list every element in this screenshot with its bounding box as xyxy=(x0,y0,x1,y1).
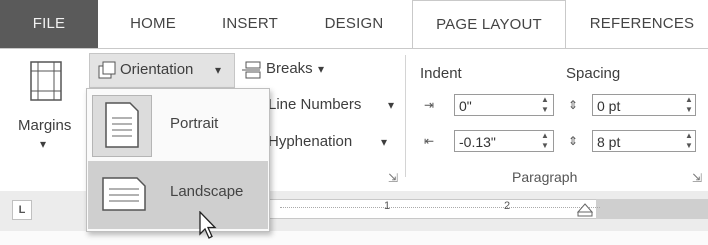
line-numbers-label: Line Numbers xyxy=(268,96,362,113)
indent-left-input[interactable]: 0" xyxy=(454,94,554,116)
line-numbers-button[interactable]: Line Numbers ▾ xyxy=(268,93,408,117)
paragraph-launcher-icon[interactable]: ⇲ xyxy=(692,171,702,185)
orientation-label: Orientation xyxy=(120,61,194,78)
portrait-label: Portrait xyxy=(170,115,219,132)
page-setup-launcher-icon[interactable]: ⇲ xyxy=(388,171,398,185)
tab-references[interactable]: REFERENCES xyxy=(578,0,706,48)
breaks-icon xyxy=(242,61,261,79)
margins-icon xyxy=(30,61,62,101)
landscape-label: Landscape xyxy=(170,183,244,200)
menu-item-landscape[interactable]: Landscape xyxy=(88,161,268,229)
spacing-after-icon: ⇕ xyxy=(568,134,579,148)
spacing-before-spinner[interactable]: ▲ ▼ xyxy=(684,95,694,117)
orientation-icon xyxy=(98,61,116,79)
landscape-page-icon xyxy=(102,177,146,211)
ruler-tick-label: 1 xyxy=(384,200,391,212)
orientation-button[interactable]: Orientation ▾ xyxy=(89,53,235,88)
indent-right-icon: ⇤ xyxy=(424,134,435,148)
tab-selector[interactable]: L xyxy=(12,200,32,220)
margins-label: Margins xyxy=(18,117,72,134)
portrait-icon-frame xyxy=(92,95,152,157)
indent-marker-icon[interactable] xyxy=(576,203,594,217)
tab-file[interactable]: FILE xyxy=(0,0,98,48)
tab-home[interactable]: HOME xyxy=(108,0,198,48)
spacing-before-input[interactable]: 0 pt xyxy=(592,94,696,116)
portrait-page-icon xyxy=(105,102,139,148)
document-area xyxy=(0,231,708,245)
ruler-tick-label: 2 xyxy=(504,200,511,212)
ribbon-tab-bar: FILE HOME INSERT DESIGN PAGE LAYOUT REFE… xyxy=(0,0,708,49)
breaks-button[interactable]: Breaks ▾ xyxy=(240,57,324,81)
indent-right-spinner[interactable]: ▲ ▼ xyxy=(540,131,550,153)
ruler-margin xyxy=(596,199,708,219)
paragraph-group-label: Paragraph xyxy=(512,169,578,185)
tab-page-layout[interactable]: PAGE LAYOUT xyxy=(412,0,566,49)
ruler-ticks xyxy=(280,207,600,212)
indent-left-spinner[interactable]: ▲ ▼ xyxy=(540,95,550,117)
hyphenation-button[interactable]: Hyphenation ▾ xyxy=(268,130,398,154)
chevron-down-icon: ▾ xyxy=(318,62,325,76)
indent-right-input[interactable]: -0.13" xyxy=(454,130,554,152)
indent-left-icon: ⇥ xyxy=(424,98,435,112)
mouse-cursor-icon xyxy=(199,211,217,239)
margins-button[interactable]: Margins ▾ xyxy=(6,55,80,165)
tab-design[interactable]: DESIGN xyxy=(304,0,404,48)
group-separator xyxy=(405,55,406,177)
spacing-label: Spacing xyxy=(566,65,621,82)
hyphenation-label: Hyphenation xyxy=(268,133,353,150)
spacing-after-spinner[interactable]: ▲ ▼ xyxy=(684,131,694,153)
chevron-down-icon: ▾ xyxy=(381,135,388,149)
spacing-after-input[interactable]: 8 pt xyxy=(592,130,696,152)
tab-insert[interactable]: INSERT xyxy=(200,0,300,48)
breaks-label: Breaks xyxy=(266,60,313,77)
menu-item-portrait[interactable]: Portrait xyxy=(88,91,268,159)
chevron-down-icon: ▾ xyxy=(40,137,47,151)
chevron-down-icon: ▾ xyxy=(388,98,395,112)
chevron-down-icon: ▾ xyxy=(215,63,222,77)
spacing-before-icon: ⇕ xyxy=(568,98,579,112)
indent-label: Indent xyxy=(420,65,462,82)
orientation-menu: Portrait Landscape xyxy=(86,88,270,232)
